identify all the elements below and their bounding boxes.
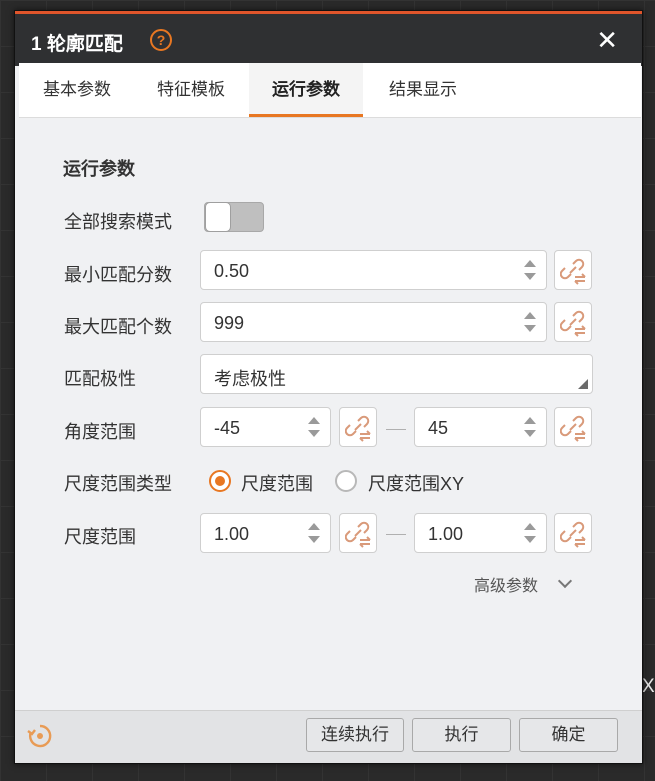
scale-range-radio[interactable] (209, 470, 231, 492)
max-count-label: 最大匹配个数 (64, 317, 172, 337)
angle-min-link-button[interactable] (339, 407, 377, 447)
tab-feature-template[interactable]: 特征模板 (143, 63, 239, 116)
help-icon[interactable]: ? (150, 29, 172, 51)
dialog-title: 1 轮廓匹配 (31, 34, 123, 55)
min-score-input[interactable]: 0.50 (200, 250, 547, 290)
scale-min-input[interactable]: 1.00 (200, 513, 331, 553)
scale-type-label: 尺度范围类型 (64, 474, 172, 494)
scale-range-radio-label[interactable]: 尺度范围 (241, 470, 313, 496)
polarity-value: 考虑极性 (214, 369, 286, 389)
background-text: X (642, 676, 655, 697)
advanced-params-toggle[interactable]: 高级参数 (474, 572, 538, 596)
tab-basic-params[interactable]: 基本参数 (29, 63, 125, 116)
link-icon (345, 415, 371, 442)
scale-label: 尺度范围 (64, 527, 136, 547)
angle-max-input[interactable]: 45 (414, 407, 547, 447)
scale-max-input[interactable]: 1.00 (414, 513, 547, 553)
link-icon (560, 415, 586, 442)
max-count-link-button[interactable] (554, 302, 592, 342)
scale-min-link-button[interactable] (339, 513, 377, 553)
link-icon (560, 521, 586, 548)
angle-max-spinner[interactable] (524, 415, 536, 439)
polarity-select[interactable]: 考虑极性 (200, 354, 593, 394)
max-count-spinner[interactable] (524, 310, 536, 334)
scale-min-spinner[interactable] (308, 521, 320, 545)
polarity-label: 匹配极性 (64, 369, 136, 389)
ok-button[interactable]: 确定 (519, 718, 618, 752)
scale-range-xy-radio[interactable] (335, 470, 357, 492)
continuous-run-button[interactable]: 连续执行 (306, 718, 404, 752)
search-mode-toggle[interactable] (204, 202, 264, 232)
max-count-input[interactable]: 999 (200, 302, 547, 342)
scale-max-value: 1.00 (428, 524, 464, 544)
range-separator (386, 534, 406, 535)
contour-match-dialog: 1 轮廓匹配 ? ✕ 基本参数 特征模板 运行参数 结果显示 运行参数 全部搜索… (14, 10, 643, 764)
max-count-value: 999 (214, 313, 245, 333)
angle-min-value: -45 (214, 418, 241, 438)
scale-min-value: 1.00 (214, 524, 250, 544)
scale-max-spinner[interactable] (524, 521, 536, 545)
run-button[interactable]: 执行 (412, 718, 511, 752)
scale-max-link-button[interactable] (554, 513, 592, 553)
angle-min-spinner[interactable] (308, 415, 320, 439)
reset-icon[interactable] (27, 723, 53, 749)
link-icon (560, 258, 586, 285)
link-icon (560, 310, 586, 337)
angle-max-value: 45 (428, 418, 449, 438)
min-score-link-button[interactable] (554, 250, 592, 290)
chevron-down-icon[interactable] (557, 573, 573, 589)
tab-bar: 基本参数 特征模板 运行参数 结果显示 (19, 63, 641, 118)
angle-label: 角度范围 (64, 422, 136, 442)
scale-range-xy-radio-label[interactable]: 尺度范围XY (368, 470, 464, 496)
range-separator (386, 429, 406, 430)
tab-result-display[interactable]: 结果显示 (375, 63, 471, 116)
min-score-label: 最小匹配分数 (64, 265, 172, 285)
min-score-value: 0.50 (214, 261, 250, 281)
tab-run-params[interactable]: 运行参数 (249, 63, 363, 117)
title-bar[interactable]: 1 轮廓匹配 ? ✕ (15, 11, 642, 66)
link-icon (345, 521, 371, 548)
dialog-footer: 连续执行 执行 确定 (15, 710, 642, 763)
dropdown-corner-icon (578, 379, 588, 389)
close-icon[interactable]: ✕ (596, 27, 618, 53)
angle-min-input[interactable]: -45 (200, 407, 331, 447)
section-title: 运行参数 (63, 159, 135, 179)
angle-max-link-button[interactable] (554, 407, 592, 447)
search-mode-label: 全部搜索模式 (64, 212, 172, 232)
toggle-knob (205, 202, 231, 232)
min-score-spinner[interactable] (524, 258, 536, 282)
